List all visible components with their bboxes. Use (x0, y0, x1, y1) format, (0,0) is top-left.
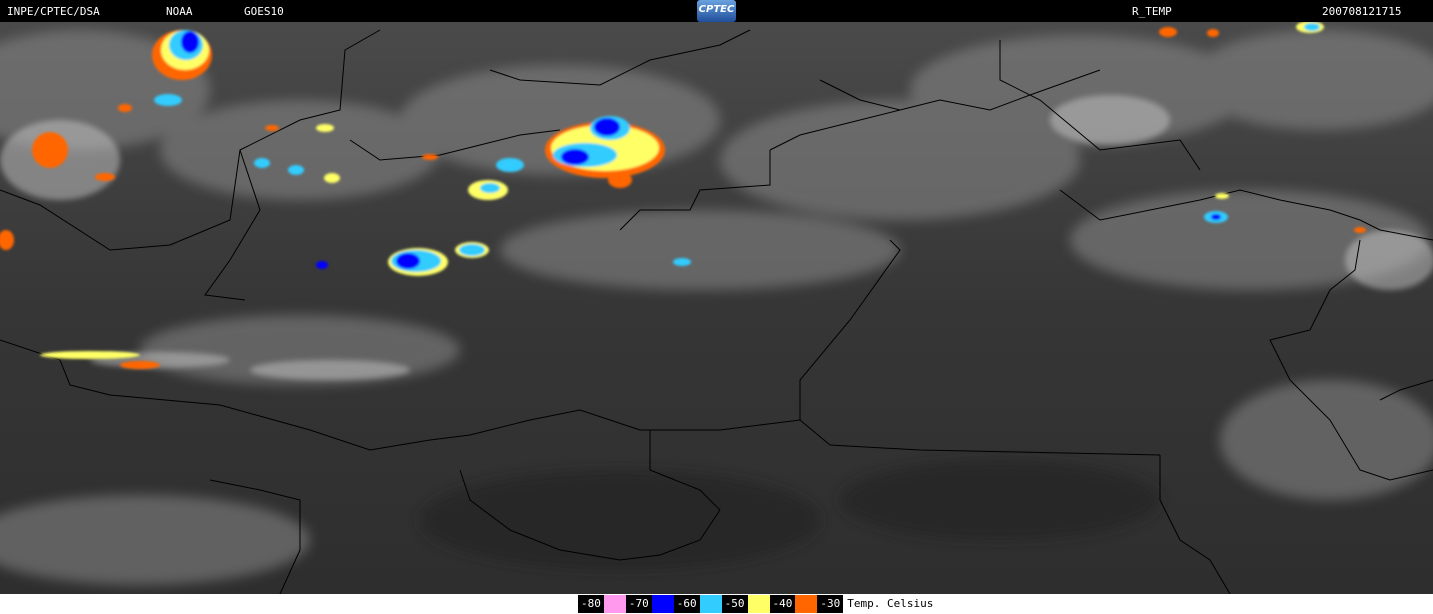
product-label: R_TEMP (1132, 5, 1172, 18)
org-label: INPE/CPTEC/DSA (7, 5, 100, 18)
satellite-map (0, 22, 1433, 594)
legend-swatch (795, 595, 818, 613)
legend-swatch (651, 595, 674, 613)
storm-nw (152, 30, 212, 80)
legend-label: -60 (673, 595, 700, 613)
legend-label: -70 (625, 595, 652, 613)
legend-label: -80 (578, 595, 604, 613)
legend-swatch (747, 595, 770, 613)
agency-label: NOAA (166, 5, 193, 18)
header-bar: INPE/CPTEC/DSA NOAA GOES10 CPTEC R_TEMP … (0, 0, 1433, 22)
legend-swatch (699, 595, 722, 613)
legend-label: -50 (721, 595, 748, 613)
satellite-label: GOES10 (244, 5, 284, 18)
cptec-logo: CPTEC (697, 0, 736, 22)
timestamp-label: 200708121715 (1322, 5, 1402, 18)
temperature-legend: -80 -70 -60 -50 -40 -30 Temp. Celsius (578, 595, 938, 613)
legend-swatch (603, 595, 626, 613)
legend-unit: Temp. Celsius (843, 595, 938, 613)
legend-label: -40 (769, 595, 796, 613)
legend-label: -30 (817, 595, 844, 613)
logo-text: CPTEC (698, 4, 735, 15)
